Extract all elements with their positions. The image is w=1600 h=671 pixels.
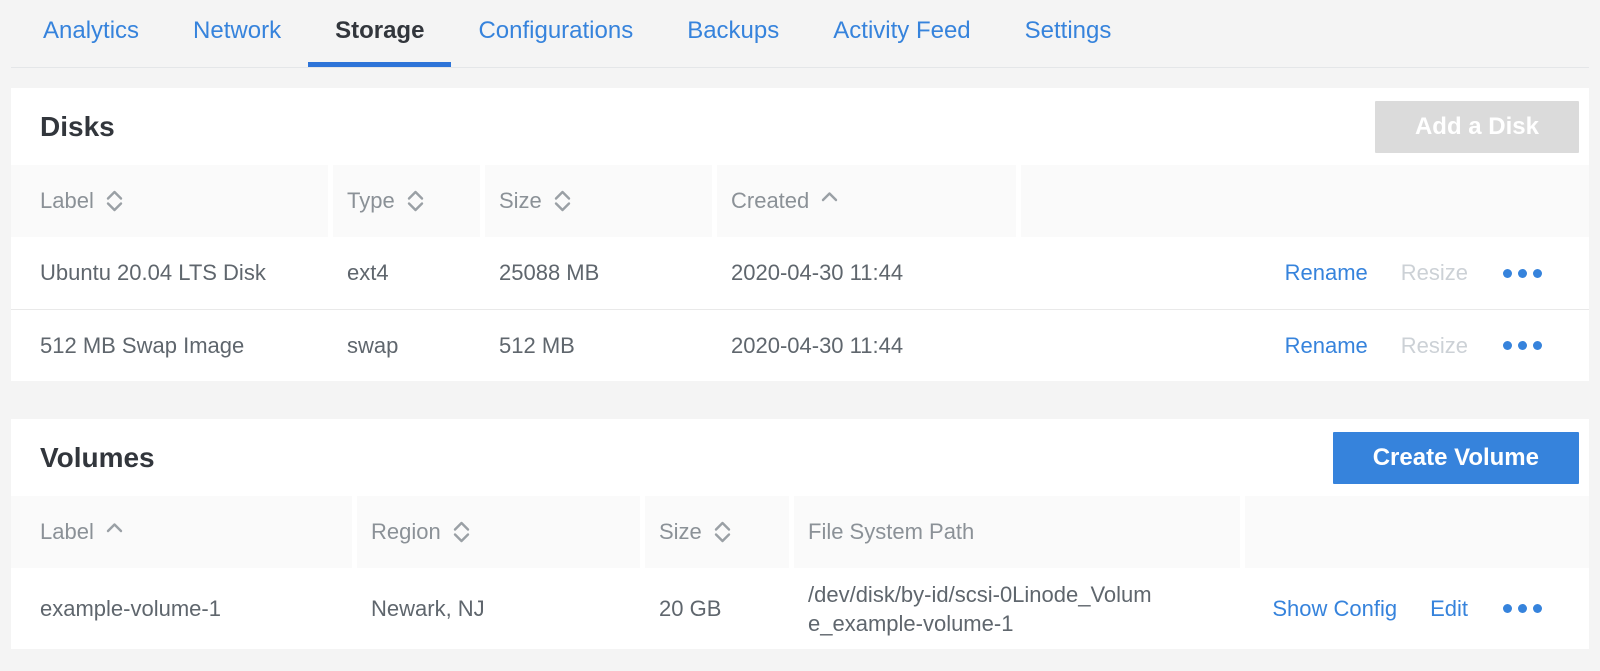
volume-region-cell: Newark, NJ xyxy=(352,596,640,622)
sort-ascending-icon xyxy=(821,191,838,202)
row-more-actions-button[interactable] xyxy=(1501,337,1544,354)
tab-backups[interactable]: Backups xyxy=(660,0,806,67)
row-more-actions-button[interactable] xyxy=(1501,600,1544,617)
tab-activity-feed[interactable]: Activity Feed xyxy=(806,0,997,67)
sort-both-icon xyxy=(453,521,470,543)
tab-network[interactable]: Network xyxy=(166,0,308,67)
volume-file-system-path-cell: /dev/disk/by-id/scsi-0Linode_Volume_exam… xyxy=(789,580,1240,638)
rename-link[interactable]: Rename xyxy=(1285,260,1368,286)
ellipsis-icon xyxy=(1503,269,1512,278)
disks-title: Disks xyxy=(40,111,115,143)
disks-panel: Disks Add a Disk Label Type Size Created xyxy=(11,88,1589,381)
disk-type-cell: ext4 xyxy=(328,260,480,286)
disk-type-cell: swap xyxy=(328,333,480,359)
volumes-column-header-file-system-path: File System Path xyxy=(789,496,1240,568)
disks-table-body: Ubuntu 20.04 LTS Disk ext4 25088 MB 2020… xyxy=(11,237,1589,381)
resize-link[interactable]: Resize xyxy=(1401,260,1468,286)
volumes-column-header-size[interactable]: Size xyxy=(640,496,789,568)
tab-settings[interactable]: Settings xyxy=(998,0,1139,67)
volumes-panel: Volumes Create Volume Label Region Size … xyxy=(11,419,1589,649)
disks-column-header-actions xyxy=(1016,165,1589,237)
disks-column-header-size[interactable]: Size xyxy=(480,165,712,237)
disks-column-header-label[interactable]: Label xyxy=(11,165,328,237)
disk-size-cell: 512 MB xyxy=(480,333,712,359)
volume-row-actions: Show Config Edit xyxy=(1240,596,1589,622)
volumes-column-header-actions xyxy=(1240,496,1589,568)
create-volume-button[interactable]: Create Volume xyxy=(1333,432,1579,484)
volumes-table-header-row: Label Region Size File System Path xyxy=(11,496,1589,568)
sort-ascending-icon xyxy=(106,522,123,533)
tab-configurations[interactable]: Configurations xyxy=(451,0,660,67)
tab-storage[interactable]: Storage xyxy=(308,0,451,67)
disk-row-actions: Rename Resize xyxy=(1016,333,1589,359)
disk-created-cell: 2020-04-30 11:44 xyxy=(712,260,1016,286)
volume-label-cell: example-volume-1 xyxy=(11,596,352,622)
disk-size-cell: 25088 MB xyxy=(480,260,712,286)
volumes-table: Label Region Size File System Path examp… xyxy=(11,496,1589,649)
disks-table-header-row: Label Type Size Created xyxy=(11,165,1589,237)
ellipsis-icon xyxy=(1503,341,1512,350)
ellipsis-icon xyxy=(1503,604,1512,613)
tab-bar-divider xyxy=(11,67,1589,68)
sort-both-icon xyxy=(554,190,571,212)
volume-size-cell: 20 GB xyxy=(640,596,789,622)
tab-analytics[interactable]: Analytics xyxy=(16,0,166,67)
disk-label-cell: 512 MB Swap Image xyxy=(11,333,328,359)
tab-bar: Analytics Network Storage Configurations… xyxy=(0,0,1600,67)
disk-row-swap: 512 MB Swap Image swap 512 MB 2020-04-30… xyxy=(11,309,1589,381)
disks-table: Label Type Size Created Ubuntu 20.04 LTS… xyxy=(11,165,1589,381)
disks-column-header-created[interactable]: Created xyxy=(712,165,1016,237)
volumes-table-body: example-volume-1 Newark, NJ 20 GB /dev/d… xyxy=(11,568,1589,649)
volumes-column-header-region[interactable]: Region xyxy=(352,496,640,568)
disk-created-cell: 2020-04-30 11:44 xyxy=(712,333,1016,359)
show-config-link[interactable]: Show Config xyxy=(1272,596,1397,622)
volumes-column-header-label[interactable]: Label xyxy=(11,496,352,568)
add-a-disk-button[interactable]: Add a Disk xyxy=(1375,101,1579,153)
volumes-title: Volumes xyxy=(40,442,155,474)
disk-label-cell: Ubuntu 20.04 LTS Disk xyxy=(11,260,328,286)
edit-link[interactable]: Edit xyxy=(1430,596,1468,622)
sort-both-icon xyxy=(106,190,123,212)
resize-link[interactable]: Resize xyxy=(1401,333,1468,359)
disks-column-header-type[interactable]: Type xyxy=(328,165,480,237)
disks-panel-header: Disks Add a Disk xyxy=(11,88,1589,165)
sort-both-icon xyxy=(714,521,731,543)
rename-link[interactable]: Rename xyxy=(1285,333,1368,359)
disk-row-actions: Rename Resize xyxy=(1016,260,1589,286)
row-more-actions-button[interactable] xyxy=(1501,265,1544,282)
volume-row: example-volume-1 Newark, NJ 20 GB /dev/d… xyxy=(11,568,1589,649)
volumes-panel-header: Volumes Create Volume xyxy=(11,419,1589,496)
disk-row-ubuntu: Ubuntu 20.04 LTS Disk ext4 25088 MB 2020… xyxy=(11,237,1589,309)
sort-both-icon xyxy=(407,190,424,212)
